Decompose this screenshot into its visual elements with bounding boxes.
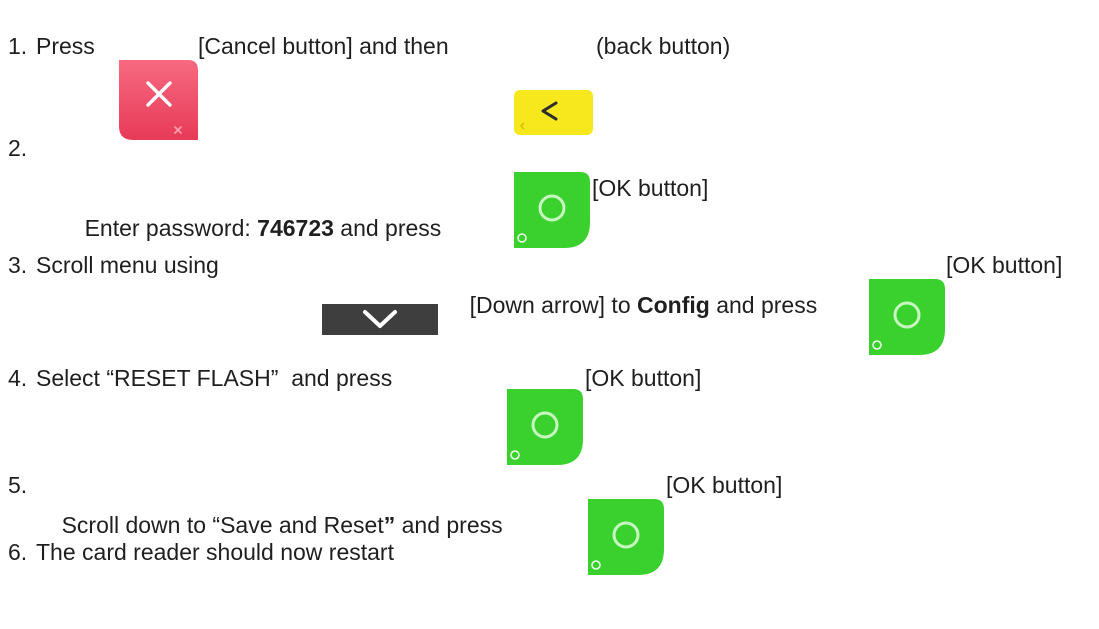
step-4-ok-label: [OK button] bbox=[585, 365, 702, 391]
step-2: 2. Enter password: 746723 and press [OK … bbox=[0, 118, 1099, 248]
step-1-back-label: (back button) bbox=[596, 33, 731, 59]
step-3-ok-label: [OK button] bbox=[946, 252, 1063, 278]
and-press-text: and press bbox=[709, 292, 824, 318]
step-3-scroll-text: Scroll menu using bbox=[36, 252, 226, 278]
step-3-number: 3. bbox=[8, 252, 28, 278]
step-5: 5. Scroll down to “Save and Reset” and p… bbox=[0, 445, 1099, 575]
step-6-text: The card reader should now restart bbox=[36, 539, 394, 565]
step-3: 3. Scroll menu using [Down arrow] to Con… bbox=[0, 225, 1099, 355]
step-6-number: 6. bbox=[8, 539, 28, 565]
step-4-text: Select “RESET FLASH” and press bbox=[36, 365, 399, 391]
step-1-press-text: Press bbox=[36, 33, 95, 59]
step-2-ok-label: [OK button] bbox=[592, 175, 709, 201]
step-6: 6. The card reader should now restart bbox=[0, 532, 1099, 572]
step-2-number: 2. bbox=[8, 135, 28, 161]
step-4: 4. Select “RESET FLASH” and press [OK bu… bbox=[0, 335, 1099, 465]
step-1-cancel-label: [Cancel button] and then bbox=[198, 33, 449, 59]
step-5-number: 5. bbox=[8, 472, 28, 498]
step-1-number: 1. bbox=[8, 33, 28, 59]
step-4-number: 4. bbox=[8, 365, 28, 391]
config-target: Config bbox=[637, 292, 710, 318]
down-arrow-label: [Down arrow] to bbox=[469, 292, 638, 318]
step-5-ok-label: [OK button] bbox=[666, 472, 783, 498]
